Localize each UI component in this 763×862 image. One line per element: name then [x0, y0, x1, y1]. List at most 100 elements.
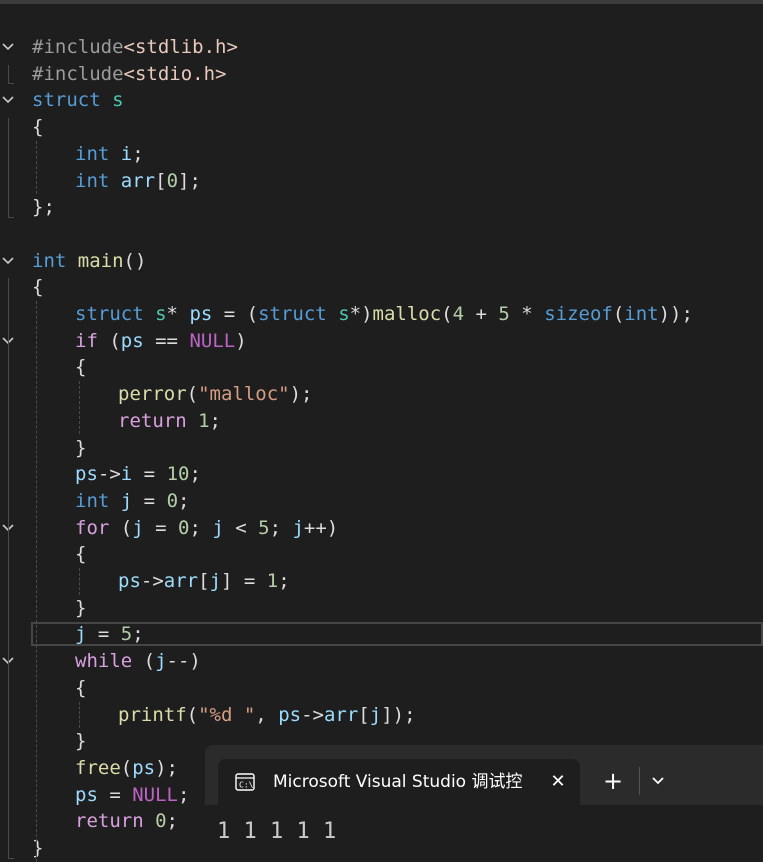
- code-token: =: [132, 463, 167, 486]
- fold-region-bar: [8, 64, 9, 84]
- code-line[interactable]: }: [0, 595, 763, 622]
- code-line[interactable]: perror("malloc");: [0, 381, 763, 408]
- code-token: ;: [269, 516, 293, 539]
- code-token: while: [75, 650, 133, 673]
- code-token: (: [186, 703, 199, 726]
- code-line[interactable]: struct s* ps = (struct s*)malloc(4 + 5 *…: [0, 301, 763, 328]
- code-line[interactable]: j = 5;: [0, 621, 763, 648]
- code-token: printf: [118, 703, 187, 726]
- code-line[interactable]: struct s: [0, 87, 763, 114]
- code-line[interactable]: for (j = 0; j < 5; j++): [0, 515, 763, 542]
- fold-region-end: [8, 83, 14, 85]
- code-token: ps: [189, 303, 213, 325]
- code-token: (: [186, 383, 199, 406]
- code-token: ): [235, 329, 247, 352]
- code-line[interactable]: while (j--): [0, 648, 763, 675]
- code-line[interactable]: int main(): [0, 248, 763, 275]
- code-token: }: [32, 837, 44, 859]
- fold-chevron-icon[interactable]: [0, 248, 16, 275]
- code-token: ==: [143, 329, 190, 352]
- code-line[interactable]: int i;: [0, 141, 763, 168]
- code-token: {: [32, 116, 44, 139]
- code-text: while (j--): [75, 648, 201, 675]
- code-line[interactable]: {: [0, 114, 763, 141]
- code-token: [: [358, 703, 370, 726]
- code-text: free(ps);: [75, 755, 178, 782]
- code-token: ps: [118, 570, 141, 592]
- code-token: j: [155, 650, 167, 673]
- code-token: }: [75, 596, 87, 619]
- code-line[interactable]: {: [0, 675, 763, 702]
- code-line[interactable]: int arr[0];: [0, 168, 763, 195]
- code-token: *: [509, 303, 545, 325]
- code-text: return 0;: [75, 808, 178, 835]
- code-text: perror("malloc");: [118, 381, 313, 408]
- code-line[interactable]: ps->arr[j] = 1;: [0, 568, 763, 595]
- code-token: 4: [452, 303, 465, 325]
- code-text: int j = 0;: [75, 488, 189, 515]
- code-token: {: [75, 543, 87, 566]
- code-line[interactable]: return 1;: [0, 408, 763, 435]
- code-line[interactable]: #include<stdlib.h>: [0, 34, 763, 61]
- terminal-body[interactable]: 1 1 1 1 1: [205, 805, 763, 849]
- tab-divider: [639, 767, 640, 795]
- code-token: }: [75, 436, 87, 459]
- code-token: arr: [120, 169, 156, 192]
- code-token: ->: [97, 463, 121, 486]
- code-text: }: [75, 728, 86, 755]
- chevron-down-icon[interactable]: [649, 771, 667, 791]
- debug-console-window: C:\ Microsoft Visual Studio 调试控 ✕ + 1 1 …: [205, 745, 763, 849]
- code-text: {: [75, 675, 86, 702]
- code-text: struct s: [32, 87, 124, 114]
- code-token: =: [132, 489, 167, 512]
- close-icon[interactable]: ✕: [548, 772, 568, 792]
- code-token: *): [349, 303, 373, 325]
- fold-region-end: [8, 216, 14, 218]
- code-text: ps->arr[j] = 1;: [118, 568, 290, 595]
- code-token: (: [441, 303, 453, 325]
- code-line[interactable]: if (ps == NULL): [0, 328, 763, 355]
- code-token: ;: [178, 489, 190, 512]
- code-line[interactable]: {: [0, 274, 763, 301]
- code-token: 0: [166, 489, 179, 512]
- code-line[interactable]: };: [0, 194, 763, 221]
- code-token: s: [112, 89, 124, 112]
- code-token: {: [32, 276, 44, 299]
- code-token: ->: [140, 570, 164, 592]
- code-line[interactable]: printf("%d ", ps->arr[j]);: [0, 702, 763, 729]
- code-token: ]);: [381, 703, 416, 726]
- code-token: );: [289, 383, 313, 406]
- code-token: 5: [120, 623, 133, 646]
- code-token: int: [32, 249, 67, 272]
- code-token: ,: [255, 703, 279, 726]
- code-text: #include<stdio.h>: [32, 61, 226, 88]
- new-tab-button[interactable]: +: [601, 769, 625, 793]
- code-text: ps = NULL;: [75, 782, 189, 809]
- code-token: arr: [163, 570, 199, 592]
- code-line[interactable]: }: [0, 435, 763, 462]
- code-token: main: [77, 249, 124, 272]
- terminal-tab[interactable]: C:\ Microsoft Visual Studio 调试控 ✕: [218, 759, 580, 805]
- code-line[interactable]: {: [0, 354, 763, 381]
- code-line[interactable]: int j = 0;: [0, 488, 763, 515]
- code-line[interactable]: ps->i = 10;: [0, 461, 763, 488]
- code-token: struct: [75, 303, 144, 325]
- code-token: malloc: [372, 303, 442, 325]
- code-line[interactable]: [0, 221, 763, 248]
- code-token: --): [166, 650, 201, 673]
- code-line[interactable]: #include<stdio.h>: [0, 61, 763, 88]
- code-editor[interactable]: #include<stdlib.h> #include<stdio.h> struc…: [0, 0, 763, 862]
- code-line[interactable]: {: [0, 541, 763, 568]
- code-token: 1: [266, 570, 279, 592]
- code-token: return: [75, 810, 144, 833]
- code-token: struct: [258, 303, 327, 325]
- code-token: ;: [166, 810, 178, 833]
- fold-chevron-icon[interactable]: [0, 34, 16, 61]
- code-token: int: [75, 169, 110, 192]
- fold-chevron-icon[interactable]: [0, 87, 16, 114]
- indent-guide: [79, 701, 80, 729]
- code-token: int: [624, 303, 659, 325]
